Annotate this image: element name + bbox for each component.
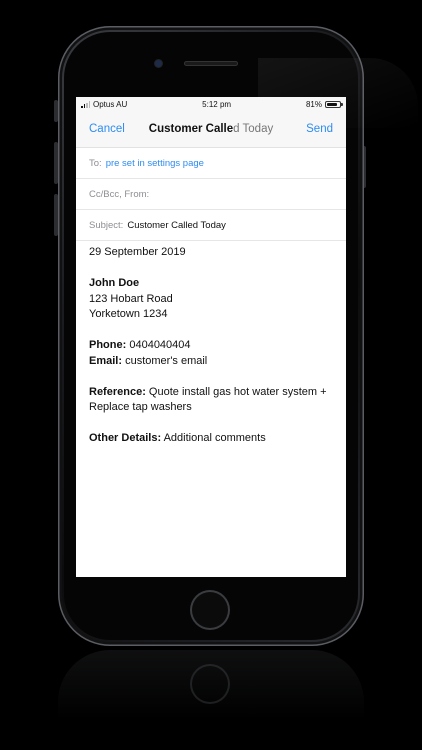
battery-percent: 81% (305, 99, 322, 109)
phone-screen: Optus AU 5:12 pm 81% Cancel Customer Cal… (76, 97, 346, 577)
home-button-icon[interactable] (190, 590, 230, 630)
cc-bcc-from-field[interactable]: Cc/Bcc, From: (76, 179, 346, 210)
phone-label: Phone: (89, 339, 127, 351)
carrier-label: Optus AU (93, 99, 128, 109)
body-contact-block: John Doe 123 Hobart Road Yorketown 1234 (89, 276, 333, 323)
body-reference: Reference: Quote install gas hot water s… (89, 385, 333, 416)
cellular-signal-icon (81, 101, 90, 108)
subject-label: Subject: (89, 219, 124, 231)
body-phone-email-block: Phone: 0404040404 Email: customer's emai… (89, 338, 333, 369)
status-bar: Optus AU 5:12 pm 81% (76, 97, 346, 111)
subject-value[interactable]: Customer Called Today (127, 220, 226, 231)
clock-label: 5:12 pm (202, 99, 232, 109)
phone-value: 0404040404 (129, 339, 191, 351)
screenshot-stage: Optus AU 5:12 pm 81% Cancel Customer Cal… (0, 0, 422, 750)
battery-fill (326, 102, 337, 106)
address-line-2: Yorketown 1234 (89, 308, 168, 320)
other-details-value: Additional comments (163, 432, 266, 444)
compose-title-fade: d Today (233, 123, 274, 135)
earpiece-speaker (184, 61, 238, 66)
other-details-label: Other Details: (89, 432, 162, 444)
status-left: Optus AU (81, 100, 127, 109)
email-label: Email: (89, 354, 123, 367)
compose-nav-bar: Cancel Customer Called Today Send (76, 111, 346, 148)
compose-title-main: Customer Calle (148, 123, 234, 135)
body-other-details: Other Details: Additional comments (89, 431, 333, 447)
body-date: 29 September 2019 (89, 246, 186, 258)
status-right: 81% (305, 99, 343, 109)
front-camera-icon (155, 60, 162, 67)
email-value: customer's email (125, 354, 208, 367)
to-field[interactable]: To: pre set in settings page (76, 148, 346, 179)
send-button[interactable]: Send (306, 123, 333, 135)
address-line-1: 123 Hobart Road (89, 292, 173, 305)
to-recipient[interactable]: pre set in settings page (106, 158, 204, 169)
cancel-button[interactable]: Cancel (89, 123, 125, 135)
reference-label: Reference: (89, 385, 146, 398)
customer-name: John Doe (89, 277, 140, 289)
subject-field[interactable]: Subject: Customer Called Today (76, 210, 346, 241)
message-body[interactable]: 29 September 2019 John Doe 123 Hobart Ro… (76, 241, 346, 447)
cc-bcc-from-label: Cc/Bcc, From: (89, 188, 150, 200)
to-label: To: (89, 157, 102, 169)
home-button-reflection (190, 664, 230, 704)
battery-icon (324, 100, 343, 108)
